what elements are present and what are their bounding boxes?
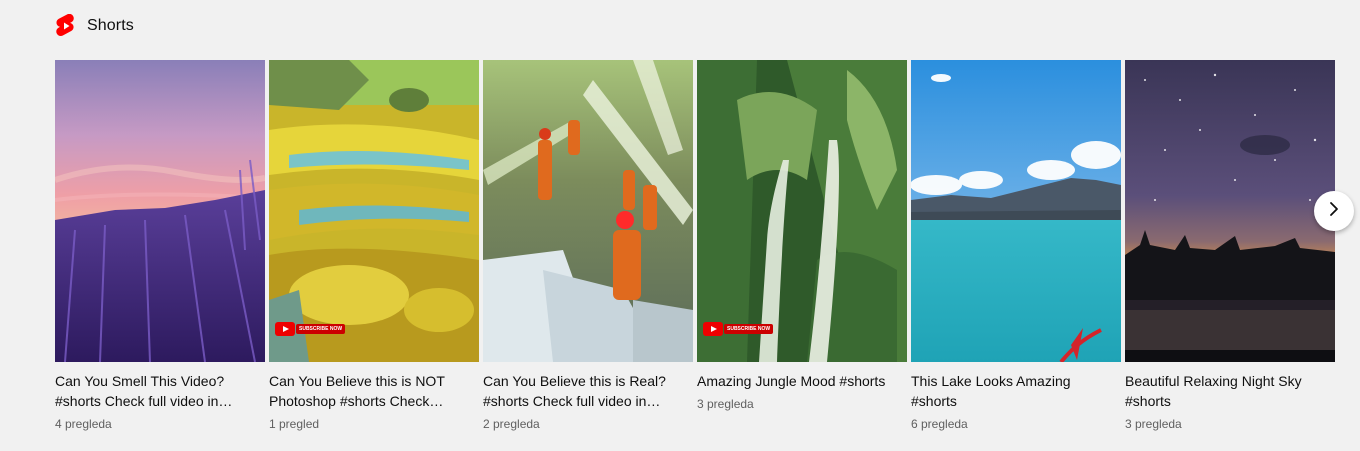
short-card[interactable]: Beautiful Relaxing Night Sky #shorts 3 p… xyxy=(1125,60,1335,433)
youtube-logo-icon xyxy=(703,322,723,336)
short-thumbnail[interactable]: SUBSCRIBE NOW xyxy=(269,60,479,362)
short-views: 4 pregleda xyxy=(55,417,112,431)
youtube-shorts-icon xyxy=(56,13,76,38)
shelf-title: Shorts xyxy=(87,17,134,34)
short-title[interactable]: Amazing Jungle Mood #shorts xyxy=(697,371,907,391)
shorts-grid: Can You Smell This Video? #shorts Check … xyxy=(55,60,1335,433)
short-card[interactable]: Can You Believe this is Real? #shorts Ch… xyxy=(483,60,693,433)
subscribe-badge: SUBSCRIBE NOW xyxy=(703,322,774,336)
short-title[interactable]: Can You Smell This Video? #shorts Check … xyxy=(55,371,265,411)
short-title[interactable]: Can You Believe this is NOT Photoshop #s… xyxy=(269,371,479,411)
next-button[interactable] xyxy=(1314,191,1354,231)
short-views: 3 pregleda xyxy=(697,397,754,411)
short-views: 3 pregleda xyxy=(1125,417,1182,431)
shorts-shelf-header: Shorts xyxy=(56,13,134,38)
short-thumbnail[interactable] xyxy=(911,60,1121,362)
short-views: 6 pregleda xyxy=(911,417,968,431)
chevron-right-icon xyxy=(1324,199,1344,224)
short-thumbnail[interactable] xyxy=(55,60,265,362)
short-thumbnail[interactable] xyxy=(1125,60,1335,362)
short-views: 2 pregleda xyxy=(483,417,540,431)
short-card[interactable]: Can You Smell This Video? #shorts Check … xyxy=(55,60,265,433)
short-title[interactable]: Can You Believe this is Real? #shorts Ch… xyxy=(483,371,693,411)
short-card[interactable]: This Lake Looks Amazing #shorts 6 pregle… xyxy=(911,60,1121,433)
subscribe-badge: SUBSCRIBE NOW xyxy=(275,322,346,336)
youtube-logo-icon xyxy=(275,322,295,336)
short-views: 1 pregled xyxy=(269,417,320,431)
short-thumbnail[interactable]: SUBSCRIBE NOW xyxy=(697,60,907,362)
short-card[interactable]: SUBSCRIBE NOW Amazing Jungle Mood #short… xyxy=(697,60,907,433)
short-thumbnail[interactable] xyxy=(483,60,693,362)
short-title[interactable]: Beautiful Relaxing Night Sky #shorts xyxy=(1125,371,1335,411)
short-card[interactable]: SUBSCRIBE NOW Can You Believe this is NO… xyxy=(269,60,479,433)
short-title[interactable]: This Lake Looks Amazing #shorts xyxy=(911,371,1121,411)
